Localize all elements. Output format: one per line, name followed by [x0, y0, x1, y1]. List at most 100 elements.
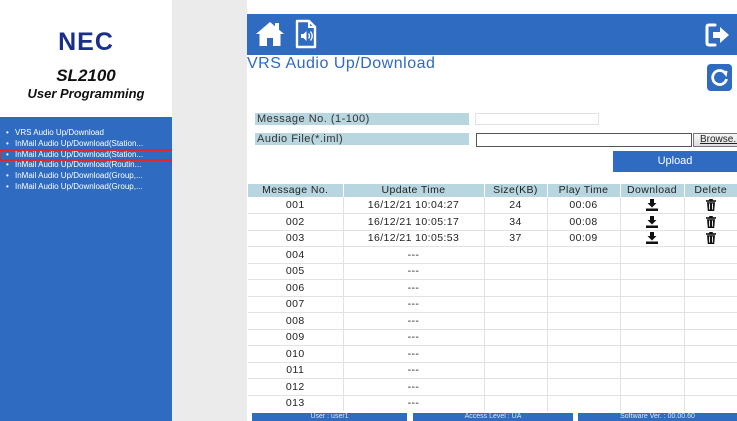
audio-file-icon[interactable] — [294, 19, 318, 49]
play-time-cell: 00:09 — [547, 230, 621, 247]
play-time-cell: 00:06 — [547, 197, 621, 214]
sidebar-item[interactable]: • InMail Audio Up/Download(Station... — [0, 148, 175, 162]
software-version-status: Software Ver. : 00.00.60 — [578, 413, 737, 421]
upload-button[interactable]: Upload — [613, 151, 737, 172]
table-row: 011 --- — [248, 362, 737, 379]
bullet-icon: • — [6, 171, 9, 181]
home-icon[interactable] — [255, 20, 285, 48]
download-cell — [620, 296, 685, 313]
size-cell: 24 — [484, 197, 548, 214]
bullet-icon: • — [6, 138, 9, 148]
column-header: Download — [620, 184, 685, 197]
message-number-cell: 001 — [248, 197, 344, 214]
update-time-cell: --- — [343, 312, 485, 330]
delete-cell — [684, 197, 737, 214]
update-time-cell: 16/12/21 10:05:53 — [343, 230, 485, 247]
trash-icon[interactable] — [705, 232, 717, 245]
update-time-cell: --- — [343, 395, 485, 412]
message-table: Message No. Update Time Size(KB) Play Time D… — [248, 184, 737, 412]
play-time-cell — [547, 329, 621, 346]
table-row: 004 --- — [248, 246, 737, 264]
download-cell — [620, 395, 685, 412]
refresh-icon[interactable] — [707, 64, 732, 91]
delete-cell — [684, 378, 737, 396]
trash-icon[interactable] — [705, 199, 717, 212]
download-cell — [620, 378, 685, 396]
column-header: Delete — [684, 184, 737, 197]
download-icon[interactable] — [646, 199, 658, 212]
message-number-cell: 003 — [248, 230, 344, 247]
message-number-cell: 012 — [248, 378, 344, 396]
size-cell: 34 — [484, 213, 548, 231]
delete-cell — [684, 263, 737, 280]
sidebar-item[interactable]: • InMail Audio Up/Download(Station... — [0, 139, 172, 150]
logout-icon[interactable] — [705, 22, 731, 48]
message-number-cell: 007 — [248, 296, 344, 313]
sidebar-item[interactable]: • InMail Audio Up/Download(Group,... — [0, 182, 172, 193]
audio-file-input[interactable] — [476, 133, 692, 147]
delete-cell — [684, 395, 737, 412]
update-time-cell: --- — [343, 329, 485, 346]
play-time-cell — [547, 296, 621, 313]
update-time-cell: 16/12/21 10:04:27 — [343, 197, 485, 214]
update-time-cell: 16/12/21 10:05:17 — [343, 213, 485, 231]
download-cell — [620, 263, 685, 280]
size-cell — [484, 279, 548, 297]
message-number-cell: 009 — [248, 329, 344, 346]
sidebar-item-label: InMail Audio Up/Download(Group,... — [15, 171, 143, 181]
audio-file-label: Audio File(*.iml) — [255, 133, 469, 145]
message-number-cell: 006 — [248, 279, 344, 297]
download-cell — [620, 345, 685, 363]
message-number-input[interactable] — [475, 113, 599, 125]
access-level-status: Access Level : UA — [413, 413, 573, 421]
column-header: Message No. — [248, 184, 344, 197]
delete-cell — [684, 279, 737, 297]
download-icon[interactable] — [646, 232, 658, 245]
play-time-cell: 00:08 — [547, 213, 621, 231]
trash-icon[interactable] — [705, 215, 717, 228]
message-number-cell: 011 — [248, 362, 344, 379]
table-body: 001 16/12/21 10:04:27 24 00:06 002 16/12/21 1… — [248, 197, 737, 412]
top-bar — [247, 14, 737, 55]
play-time-cell — [547, 345, 621, 363]
message-number-cell: 010 — [248, 345, 344, 363]
bullet-icon: • — [6, 149, 9, 159]
play-time-cell — [547, 246, 621, 264]
table-row: 006 --- — [248, 279, 737, 297]
bullet-icon: • — [6, 160, 9, 170]
page-title: VRS Audio Up/Download — [247, 55, 436, 72]
sidebar-menu: • VRS Audio Up/Download • InMail Audio Up/D… — [0, 117, 175, 421]
download-cell — [620, 362, 685, 379]
download-cell — [620, 312, 685, 330]
download-cell — [620, 329, 685, 346]
sidebar-item[interactable]: • InMail Audio Up/Download(Group,... — [0, 171, 172, 182]
play-time-cell — [547, 263, 621, 280]
update-time-cell: --- — [343, 279, 485, 297]
product-name: SL2100 — [56, 66, 116, 85]
column-header: Size(KB) — [484, 184, 548, 197]
delete-cell — [684, 312, 737, 330]
content-gutter — [172, 0, 247, 421]
sidebar-item-label: InMail Audio Up/Download(Station... — [15, 138, 144, 148]
size-cell — [484, 345, 548, 363]
table-row: 002 16/12/21 10:05:17 34 00:08 — [248, 213, 737, 231]
size-cell — [484, 246, 548, 264]
bullet-icon: • — [6, 128, 9, 137]
size-cell — [484, 296, 548, 313]
download-cell — [620, 213, 685, 231]
product-subtitle: User Programming — [27, 86, 145, 101]
sidebar-item[interactable]: • InMail Audio Up/Download(Routin... — [0, 160, 172, 171]
user-status: User : user1 — [252, 413, 407, 421]
sidebar-item[interactable]: • VRS Audio Up/Download — [0, 128, 172, 139]
delete-cell — [684, 362, 737, 379]
browse-button[interactable]: Browse... — [693, 133, 737, 147]
delete-cell — [684, 329, 737, 346]
column-header: Update Time — [343, 184, 485, 197]
size-cell: 37 — [484, 230, 548, 247]
delete-cell — [684, 345, 737, 363]
download-icon[interactable] — [646, 215, 658, 228]
table-row: 005 --- — [248, 263, 737, 280]
size-cell — [484, 378, 548, 396]
delete-cell — [684, 213, 737, 231]
update-time-cell: --- — [343, 345, 485, 363]
